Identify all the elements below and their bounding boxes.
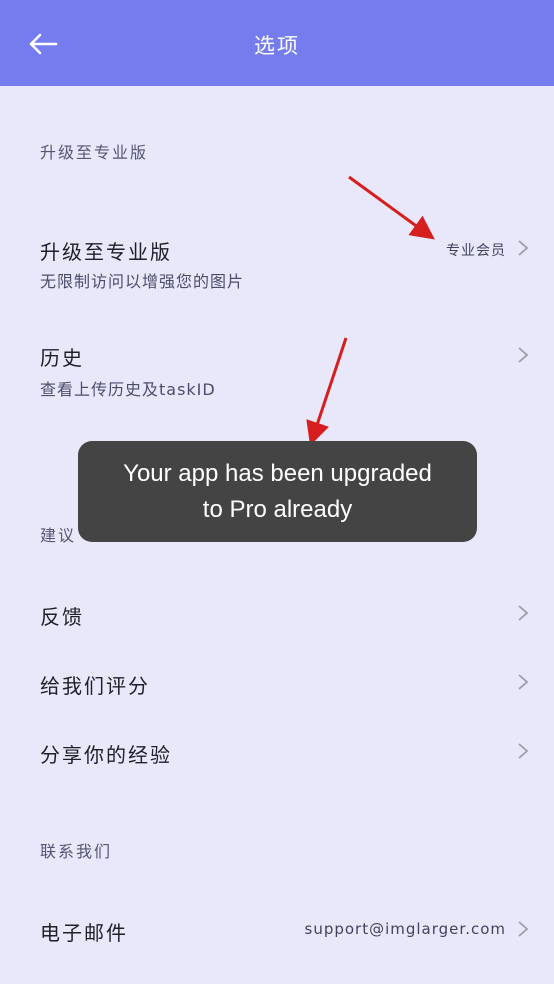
feedback-title: 反馈	[40, 605, 84, 629]
share-experience-title: 分享你的经验	[40, 743, 172, 767]
upgrade-pro-subtitle: 无限制访问以增强您的图片	[40, 272, 245, 291]
section-header-upgrade: 升级至专业版	[40, 143, 149, 162]
section-header-contact: 联系我们	[40, 842, 113, 861]
history-row[interactable]: 历史 查看上传历史及taskID	[0, 330, 554, 410]
chevron-right-icon	[518, 605, 529, 621]
rate-us-row[interactable]: 给我们评分	[0, 659, 554, 709]
upgrade-pro-title: 升级至专业版	[40, 240, 172, 264]
history-title: 历史	[40, 346, 84, 370]
membership-status: 专业会员	[446, 243, 506, 259]
toast-line-2: to Pro already	[202, 495, 353, 523]
feedback-row[interactable]: 反馈	[0, 590, 554, 640]
chevron-right-icon	[518, 674, 529, 690]
toast-message: Your app has been upgraded to Pro alread…	[78, 441, 477, 542]
history-subtitle: 查看上传历史及taskID	[40, 380, 216, 399]
section-header-suggestions: 建议	[40, 526, 77, 545]
email-title: 电子邮件	[40, 921, 128, 945]
chevron-right-icon	[518, 921, 529, 937]
upgrade-pro-row[interactable]: 升级至专业版 无限制访问以增强您的图片 专业会员	[0, 222, 554, 302]
email-row[interactable]: 电子邮件 support@imglarger.com	[0, 905, 554, 955]
chevron-right-icon	[518, 743, 529, 759]
support-email: support@imglarger.com	[304, 920, 506, 938]
top-app-bar: 选项	[0, 0, 554, 86]
toast-line-1: Your app has been upgraded	[123, 459, 432, 487]
share-experience-row[interactable]: 分享你的经验	[0, 727, 554, 777]
chevron-right-icon	[518, 240, 529, 256]
rate-us-title: 给我们评分	[40, 674, 150, 698]
page-title: 选项	[254, 34, 300, 58]
chevron-right-icon	[518, 347, 529, 363]
